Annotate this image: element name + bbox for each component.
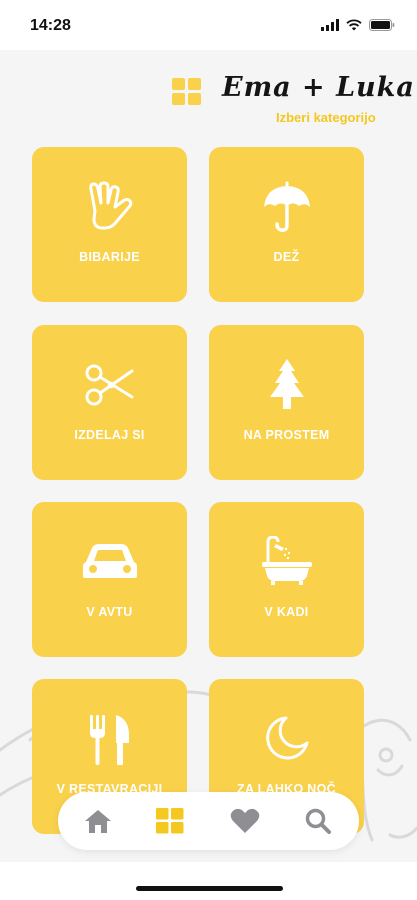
- moon-icon: [209, 715, 364, 761]
- category-tile-v-avtu[interactable]: V AVTU: [32, 502, 187, 657]
- category-label: NA PROSTEM: [243, 428, 330, 442]
- tree-icon: [209, 357, 364, 411]
- car-icon: [32, 540, 187, 582]
- category-label: V AVTU: [86, 605, 133, 619]
- category-tile-na-prostem[interactable]: NA PROSTEM: [209, 325, 364, 480]
- page-subtitle: Izberi kategorijo: [276, 110, 376, 125]
- grid-icon: [172, 78, 202, 106]
- hand-icon: [32, 181, 187, 233]
- bathtub-icon: [209, 536, 364, 586]
- home-indicator-area: [0, 862, 417, 900]
- battery-icon: [369, 18, 395, 36]
- category-label: BIBARIJE: [79, 250, 140, 264]
- category-tile-izdelaj-si[interactable]: IZDELAJ SI: [32, 325, 187, 480]
- home-indicator[interactable]: [136, 886, 283, 891]
- umbrella-icon: [209, 181, 364, 233]
- signal-icon: [321, 18, 339, 36]
- app-title: Ema + Luka: [222, 72, 415, 103]
- bottom-nav: [58, 792, 359, 850]
- cutlery-icon: [32, 713, 187, 767]
- category-label: IZDELAJ SI: [74, 428, 145, 442]
- home-icon[interactable]: [83, 806, 113, 836]
- wifi-icon: [346, 18, 362, 36]
- category-label: DEŽ: [273, 250, 300, 264]
- category-tile-v-kadi[interactable]: V KADI: [209, 502, 364, 657]
- main-content: Ema + Luka Izberi kategorijo BIBARIJE DE…: [0, 50, 417, 862]
- category-label: V KADI: [264, 605, 309, 619]
- category-tile-bibarije[interactable]: BIBARIJE: [32, 147, 187, 302]
- grid-icon[interactable]: [155, 806, 185, 836]
- status-bar: 14:28: [0, 0, 417, 50]
- status-time: 14:28: [30, 17, 71, 34]
- heart-icon[interactable]: [230, 806, 260, 836]
- category-tile-dez[interactable]: DEŽ: [209, 147, 364, 302]
- scissors-icon: [32, 363, 187, 407]
- search-icon[interactable]: [303, 806, 333, 836]
